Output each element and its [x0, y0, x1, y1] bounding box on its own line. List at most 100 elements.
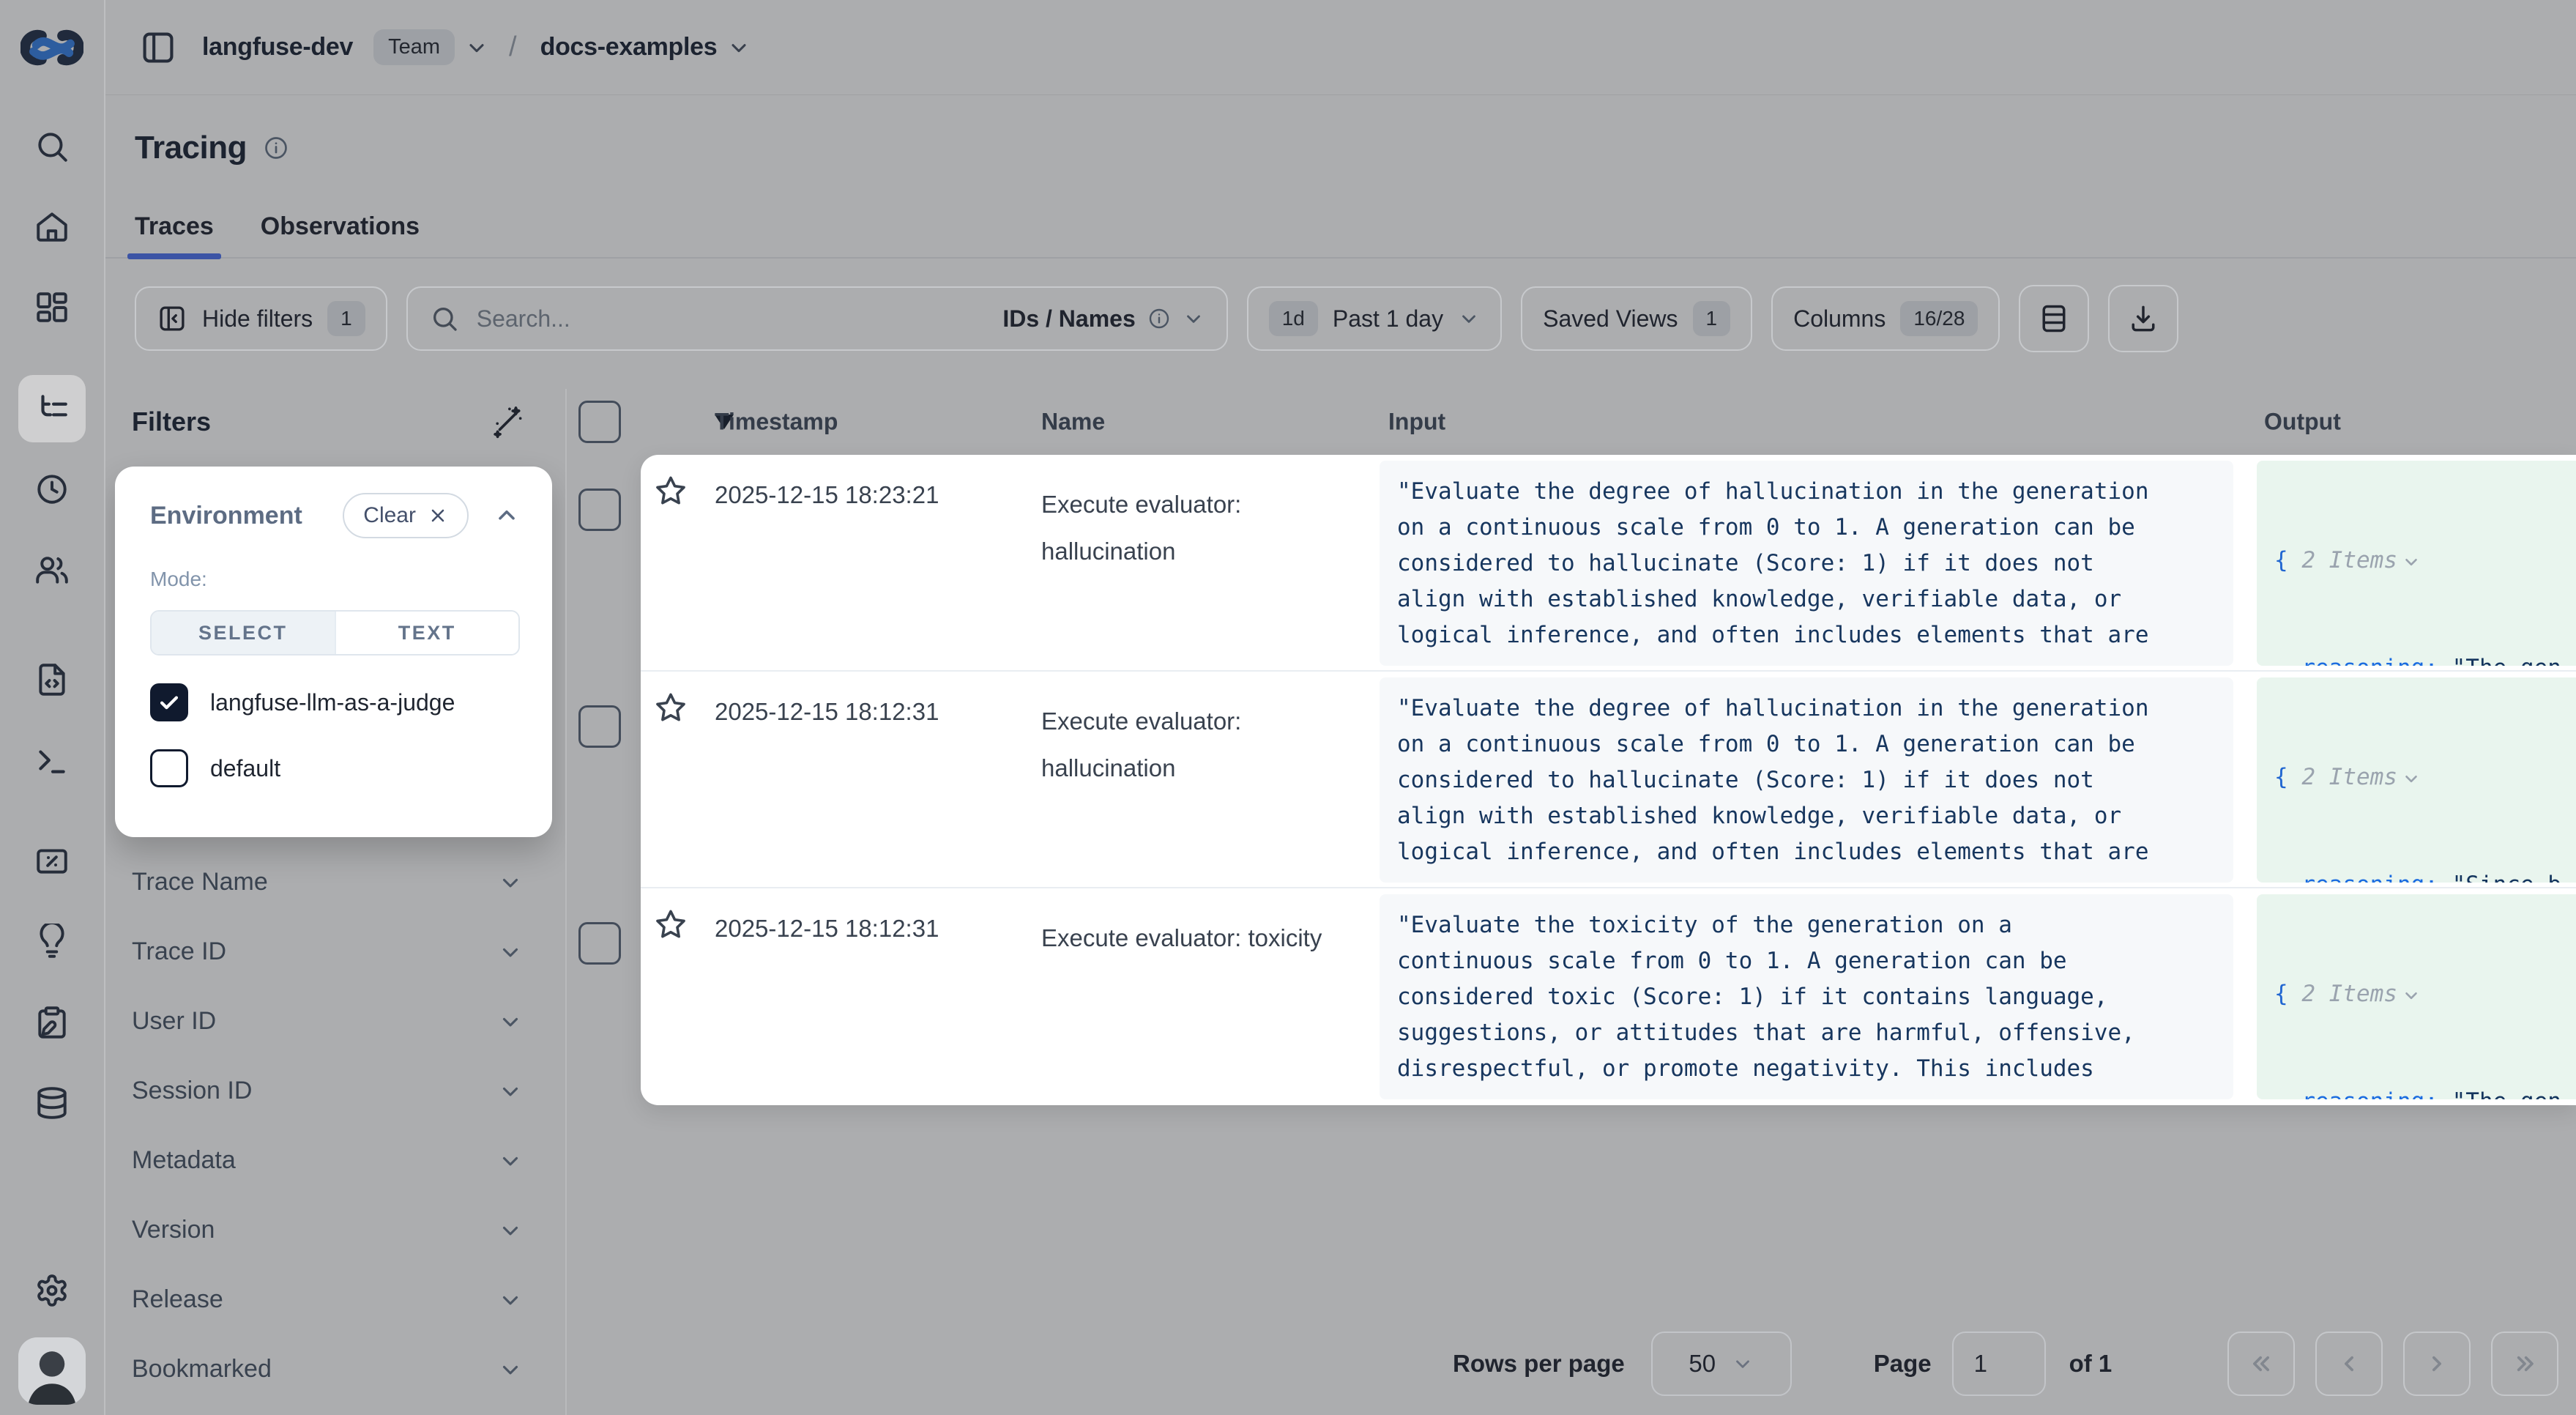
filter-item-bookmarked[interactable]: Bookmarked — [105, 1334, 565, 1404]
search-input[interactable] — [475, 305, 987, 333]
scope-info-icon[interactable] — [1147, 307, 1171, 330]
name-cell: Execute evaluator: toxicity — [1041, 915, 1372, 962]
filter-item-metadata[interactable]: Metadata — [105, 1126, 565, 1195]
environment-option[interactable]: langfuse-llm-as-a-judge — [150, 683, 520, 721]
sidebar-sessions-icon[interactable] — [18, 456, 86, 523]
search-scope-selector[interactable]: IDs / Names — [1002, 305, 1204, 333]
saved-views-button[interactable]: Saved Views 1 — [1521, 286, 1752, 351]
sidebar-toggle-icon[interactable] — [135, 24, 182, 71]
checkbox-checked[interactable] — [150, 683, 188, 721]
last-page-button[interactable] — [2491, 1332, 2558, 1396]
mode-segmented-control: SELECT TEXT — [150, 610, 520, 655]
bookmark-star-icon[interactable] — [654, 474, 688, 508]
output-cell[interactable]: { 2 Items reasoning: "The gen dismissive… — [2257, 894, 2576, 1099]
columns-button[interactable]: Columns 16/28 — [1771, 286, 2000, 351]
expand-chevron-icon[interactable] — [2402, 986, 2421, 1005]
input-cell[interactable]: "Evaluate the toxicity of the generation… — [1380, 894, 2233, 1099]
sidebar-prompts-icon[interactable] — [18, 646, 86, 713]
chevron-down-icon — [1732, 1353, 1754, 1375]
filter-item-version[interactable]: Version — [105, 1195, 565, 1265]
expand-chevron-icon[interactable] — [2402, 769, 2421, 788]
user-avatar[interactable] — [18, 1337, 86, 1405]
org-name[interactable]: langfuse-dev — [202, 33, 353, 62]
expand-chevron-icon[interactable] — [2402, 552, 2421, 571]
clear-filter-button[interactable]: Clear — [343, 493, 469, 538]
org-chevron-down-icon[interactable] — [465, 36, 488, 59]
project-chevron-down-icon[interactable] — [727, 36, 751, 59]
page-info-icon[interactable] — [263, 135, 289, 161]
col-header-name[interactable]: Name — [1041, 409, 1105, 436]
tab-observations[interactable]: Observations — [261, 212, 420, 257]
project-name[interactable]: docs-examples — [540, 33, 718, 62]
check-icon — [157, 690, 182, 715]
sidebar-search-icon[interactable] — [18, 113, 86, 180]
sidebar-tracing-icon[interactable] — [18, 375, 86, 442]
filter-item-user-id[interactable]: User ID — [105, 987, 565, 1056]
sidebar-playground-icon[interactable] — [18, 727, 86, 794]
breadcrumb-separator: / — [509, 31, 517, 63]
collapse-chevron-up-icon[interactable] — [494, 502, 520, 529]
table-body: 2025-12-15 18:23:21 Execute evaluator: h… — [641, 455, 2576, 1105]
filter-item-trace-id[interactable]: Trace ID — [105, 917, 565, 987]
mode-text-option[interactable]: TEXT — [335, 612, 519, 654]
col-header-output[interactable]: Output — [2264, 409, 2341, 436]
bookmark-star-icon[interactable] — [654, 691, 688, 724]
plan-badge: Team — [373, 29, 455, 65]
sidebar-dashboard-icon[interactable] — [18, 274, 86, 341]
filter-item-session-id[interactable]: Session ID — [105, 1056, 565, 1126]
table-toolbar: Hide filters 1 IDs / Names 1d Past 1 day… — [105, 285, 2576, 352]
table-row[interactable]: 2025-12-15 18:12:31 Execute evaluator: t… — [641, 888, 2576, 1105]
input-cell[interactable]: "Evaluate the degree of hallucination in… — [1380, 461, 2233, 666]
output-cell[interactable]: { 2 Items reasoning: "The gen greeting a… — [2257, 461, 2576, 666]
main-area: langfuse-dev Team / docs-examples Tracin… — [105, 0, 2576, 1415]
input-cell[interactable]: "Evaluate the degree of hallucination in… — [1380, 677, 2233, 883]
sidebar-home-icon[interactable] — [18, 193, 86, 261]
row-height-icon — [2038, 302, 2070, 335]
bookmark-star-icon[interactable] — [654, 907, 688, 941]
sidebar-annotation-icon[interactable] — [18, 989, 86, 1056]
first-page-button[interactable] — [2227, 1332, 2295, 1396]
sidebar-settings-icon[interactable] — [18, 1257, 86, 1324]
sidebar-insights-icon[interactable] — [18, 908, 86, 976]
row-checkbox[interactable] — [578, 705, 621, 748]
col-header-timestamp[interactable]: Timestamp — [715, 409, 838, 436]
top-bar: langfuse-dev Team / docs-examples — [105, 0, 2576, 95]
tab-traces[interactable]: Traces — [135, 212, 214, 257]
sidebar-scores-icon[interactable] — [18, 828, 86, 895]
mode-select-option[interactable]: SELECT — [152, 612, 335, 654]
export-button[interactable] — [2108, 285, 2178, 352]
chevron-down-icon — [498, 940, 523, 965]
row-checkbox[interactable] — [578, 922, 621, 965]
filter-item-trace-name[interactable]: Trace Name — [105, 847, 565, 917]
page-label: Page — [1874, 1350, 1932, 1378]
filter-item-release[interactable]: Release — [105, 1265, 565, 1334]
checkbox-unchecked[interactable] — [150, 749, 188, 787]
sidebar-users-icon[interactable] — [18, 536, 86, 603]
environment-option[interactable]: default — [150, 749, 520, 787]
prev-page-button[interactable] — [2315, 1332, 2383, 1396]
timestamp-cell: 2025-12-15 18:12:31 — [715, 915, 939, 943]
date-range-button[interactable]: 1d Past 1 day — [1247, 286, 1502, 351]
search-box[interactable]: IDs / Names — [406, 286, 1228, 351]
chevron-left-icon — [2334, 1349, 2364, 1378]
table-row[interactable]: 2025-12-15 18:12:31 Execute evaluator: h… — [641, 672, 2576, 888]
sidebar-datasets-icon[interactable] — [18, 1069, 86, 1137]
col-header-input[interactable]: Input — [1388, 409, 1445, 436]
option-label: default — [210, 755, 280, 782]
output-cell[interactable]: { 2 Items reasoning: "Since b are missin… — [2257, 677, 2576, 883]
rows-per-page-select[interactable]: 50 — [1651, 1332, 1792, 1396]
hide-filters-button[interactable]: Hide filters 1 — [135, 286, 387, 351]
select-all-checkbox[interactable] — [578, 401, 621, 443]
date-range-badge: 1d — [1269, 301, 1318, 336]
filters-count-badge: 1 — [327, 301, 365, 336]
page-number-input[interactable] — [1952, 1332, 2046, 1396]
magic-wand-icon[interactable] — [491, 405, 524, 439]
row-checkbox[interactable] — [578, 489, 621, 531]
scope-chevron-down-icon — [1183, 308, 1205, 330]
langfuse-logo-icon[interactable] — [18, 12, 86, 83]
row-height-button[interactable] — [2019, 285, 2089, 352]
filter-item-comment-count[interactable]: Comment Count — [105, 1404, 565, 1415]
workspace: Filters Environment Clear Mode: SELECT T… — [105, 389, 2576, 1415]
next-page-button[interactable] — [2403, 1332, 2471, 1396]
table-row[interactable]: 2025-12-15 18:23:21 Execute evaluator: h… — [641, 455, 2576, 672]
